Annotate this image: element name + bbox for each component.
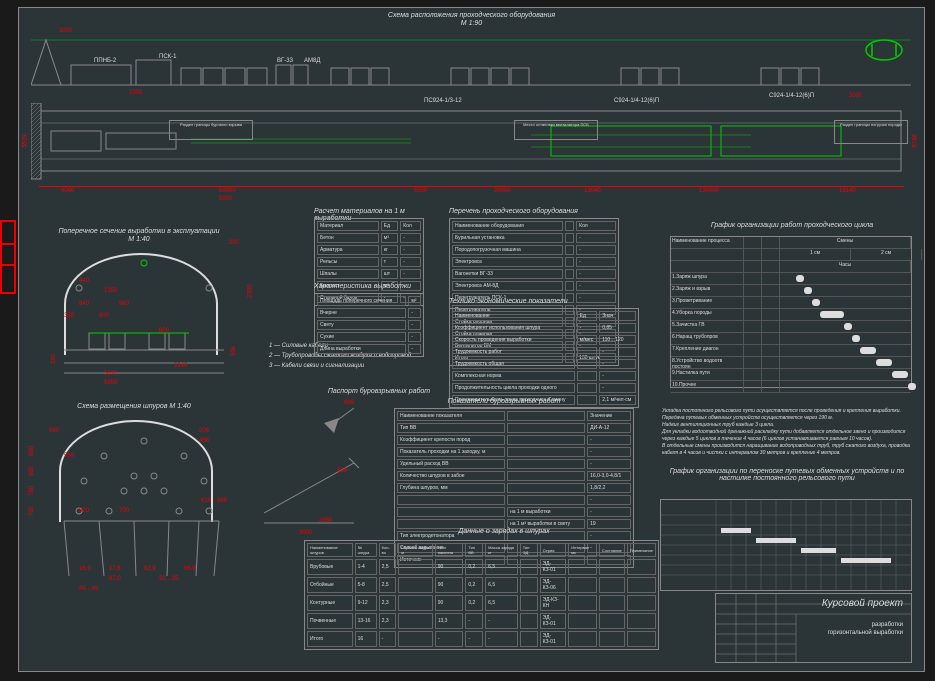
gantt2-chart bbox=[660, 499, 912, 591]
tb-title: Курсовой проект bbox=[822, 598, 903, 609]
cs-1350: 1350 bbox=[104, 288, 117, 294]
dim-13040: 13040 bbox=[584, 188, 601, 194]
cs-2240: 2240 bbox=[174, 363, 187, 369]
dim-5746: 5746 bbox=[913, 134, 919, 147]
sh-550: 550 bbox=[64, 453, 74, 459]
vd-700: 700 bbox=[29, 506, 35, 516]
chg-title: Данные о зарядах в шпурах bbox=[404, 528, 604, 535]
dim-50000: 50000 bbox=[219, 188, 236, 194]
vd-680: 680 bbox=[29, 446, 35, 456]
passport-title: Паспорт буровзрывных работ bbox=[309, 388, 449, 395]
char-table: Площадь поперечного сечениям²Вчерне-Свет… bbox=[314, 293, 424, 357]
legend-3: 3 — Кабели связи и сигнализации bbox=[269, 363, 364, 369]
sh-3235: 32…35 bbox=[159, 576, 178, 582]
sh-176: 17,6 bbox=[109, 566, 121, 572]
dim-20000: 20000 bbox=[494, 188, 511, 194]
sd-2650: 2650 bbox=[319, 518, 332, 524]
label-ppnb2: ППНБ-2 bbox=[94, 58, 116, 64]
cross-title: Поперечное сечение выработки в эксплуата… bbox=[39, 228, 239, 235]
vd-760: 760 bbox=[29, 486, 35, 496]
tb-sub1: разработки bbox=[803, 622, 903, 628]
sh-969: 96,9 bbox=[184, 566, 196, 572]
gantt2-title: График организации по переноске путевых … bbox=[662, 468, 912, 482]
sh-670: 67,0 bbox=[109, 576, 121, 582]
gantt-chart: Наименование процессаСмены1 см2 смЧасы1.… bbox=[670, 236, 912, 388]
gantt-title: График организации работ проходческого ц… bbox=[672, 222, 912, 229]
label-ps924: ПС924-1/3-12 bbox=[424, 98, 462, 104]
cs-960: 960 bbox=[119, 301, 129, 307]
dim-5000a: 5000 bbox=[849, 93, 862, 99]
plan-view bbox=[31, 103, 911, 183]
label-psk1: ПСК-1 bbox=[159, 54, 176, 60]
cross-scale: М 1:40 bbox=[39, 236, 239, 243]
drawing-frame: Схема расположения проходческого оборудо… bbox=[18, 7, 925, 672]
sd-689: 689 bbox=[344, 400, 354, 406]
sh-869: 869 bbox=[217, 498, 227, 504]
dim-13140: 13140 bbox=[839, 188, 856, 194]
sh-456: 456 bbox=[199, 438, 209, 444]
sh-160: 16,0 bbox=[79, 566, 91, 572]
cs-350: 350 bbox=[64, 313, 74, 319]
dim-5539: 5539 bbox=[23, 134, 29, 147]
dim-130000: 130000 bbox=[699, 188, 719, 194]
char-title: Характеристика выработки bbox=[314, 283, 434, 290]
cross-detail bbox=[59, 248, 239, 398]
label-c924b: С924-1/4-12(6)П bbox=[769, 93, 814, 99]
cs-180: 180 bbox=[51, 354, 57, 364]
dim-1000: 1000 bbox=[129, 90, 142, 96]
cs-2300: 2300 bbox=[248, 284, 254, 297]
cs-506: 506 bbox=[231, 346, 237, 356]
sh-560: 560 bbox=[49, 428, 59, 434]
ruler-left bbox=[0, 220, 16, 294]
dim-line bbox=[39, 186, 904, 187]
sh-820: 820 bbox=[79, 508, 89, 514]
dim-5000b: 5000 bbox=[219, 196, 232, 202]
label-vg33: ВГ-33 bbox=[277, 58, 293, 64]
label-c924a: С924-1/4-12(6)П bbox=[614, 98, 659, 104]
main-scale: М 1:90 bbox=[19, 20, 924, 27]
tech-title: Технико-экономические показатели bbox=[449, 298, 619, 305]
cs-5670: 5670 bbox=[104, 371, 117, 377]
dim-6000: 6000 bbox=[61, 188, 74, 194]
tech-table: НаименованиеЕдЗначКоэффициент использова… bbox=[449, 308, 639, 408]
sd-886: 886 bbox=[337, 468, 347, 474]
vd-800: 800 bbox=[29, 466, 35, 476]
cs-5950: 5950 bbox=[104, 380, 117, 386]
logo-icon bbox=[864, 38, 904, 63]
side-detail bbox=[254, 403, 364, 533]
sh-619: 619 bbox=[201, 498, 211, 504]
equip-title: Перечень проходческого оборудования bbox=[449, 208, 619, 215]
sh-206: 206 bbox=[199, 428, 209, 434]
cs-440: 440 bbox=[79, 278, 89, 284]
note-box-1: Раздел границы бурового взрыва bbox=[169, 120, 253, 140]
cs-200: 200 bbox=[229, 240, 239, 246]
note-box-3: Раздел границы погрузки породы bbox=[834, 120, 908, 144]
sh-929: 92,9 bbox=[144, 566, 156, 572]
sh-4949: 49…49 bbox=[79, 586, 98, 592]
notes-block: Укладка постоянного рельсового пути осущ… bbox=[662, 408, 912, 457]
elevation-view bbox=[31, 30, 911, 90]
shpur-title: Схема размещения шпуров М 1:40 bbox=[49, 403, 219, 410]
cs-600: 600 bbox=[159, 328, 169, 334]
cs-900: 900 bbox=[99, 313, 109, 319]
label-am8d: АМ8Д bbox=[304, 58, 320, 64]
dim-3000: 3000 bbox=[59, 28, 72, 34]
note-box-2: Место остановки вентилятора ПСБ bbox=[514, 120, 598, 140]
tb-sub2: горизонтальной выработки bbox=[803, 630, 903, 636]
sh-700: 700 bbox=[119, 508, 129, 514]
dim-5550: 5550 bbox=[414, 188, 427, 194]
title-block: Курсовой проект разработки горизонтально… bbox=[715, 593, 912, 663]
ind-title: Показатели буровзрывных работ bbox=[394, 398, 614, 405]
main-title: Схема расположения проходческого оборудо… bbox=[19, 12, 924, 19]
sd-3000: 3000 bbox=[299, 530, 312, 536]
chg-table: Наименование шпуров№ шпураКол-воГлубина … bbox=[304, 540, 659, 650]
cs-840: 840 bbox=[79, 301, 89, 307]
